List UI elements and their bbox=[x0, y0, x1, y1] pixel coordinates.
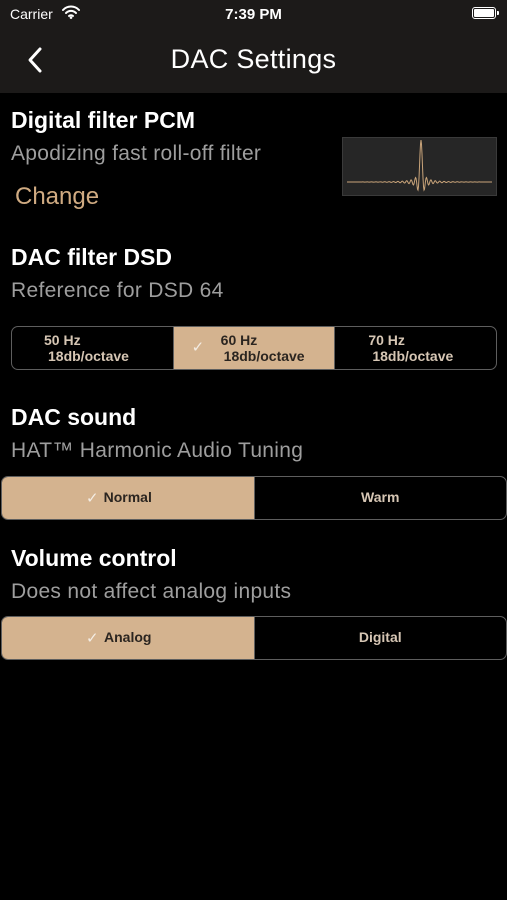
option-label: Normal bbox=[103, 489, 152, 505]
status-time: 7:39 PM bbox=[225, 6, 282, 23]
dsd-filter-subtitle: Reference for DSD 64 bbox=[11, 279, 224, 302]
dac-sound-segmented-control: ✓ Normal Warm bbox=[1, 476, 507, 520]
volume-control-segmented-control: ✓ Analog Digital bbox=[1, 616, 507, 660]
option-slope: 18db/octave bbox=[372, 348, 454, 364]
checkmark-icon: ✓ bbox=[191, 339, 205, 356]
volume-option-digital[interactable]: Digital bbox=[253, 617, 507, 659]
option-label: Analog bbox=[104, 629, 152, 645]
option-slope: 18db/octave bbox=[223, 348, 305, 364]
option-freq: 50 Hz bbox=[44, 332, 81, 348]
page-title: DAC Settings bbox=[170, 44, 337, 74]
option-label: Warm bbox=[361, 489, 400, 505]
dsd-filter-segmented-control: 50 Hz 18db/octave ✓ 60 Hz 18db/octave 70… bbox=[11, 326, 497, 370]
option-label: Digital bbox=[358, 629, 402, 645]
status-bar: Carrier 7:39 PM bbox=[0, 0, 507, 30]
digital-filter-subtitle: Apodizing fast roll-off filter bbox=[11, 142, 262, 165]
battery-icon bbox=[472, 7, 499, 19]
volume-control-heading: Volume control bbox=[11, 545, 177, 571]
impulse-response-icon bbox=[347, 139, 493, 192]
digital-filter-heading: Digital filter PCM bbox=[11, 107, 196, 133]
sound-option-warm[interactable]: Warm bbox=[253, 477, 507, 519]
dsd-filter-heading: DAC filter DSD bbox=[11, 244, 173, 270]
volume-control-subtitle: Does not affect analog inputs bbox=[11, 580, 292, 603]
option-slope: 18db/octave bbox=[48, 348, 129, 364]
change-filter-button[interactable]: Change bbox=[15, 183, 99, 211]
dsd-option-70hz[interactable]: 70 Hz 18db/octave bbox=[334, 327, 496, 369]
dac-sound-heading: DAC sound bbox=[11, 404, 137, 430]
dsd-option-50hz[interactable]: 50 Hz 18db/octave bbox=[12, 327, 173, 369]
dsd-option-60hz[interactable]: ✓ 60 Hz 18db/octave bbox=[172, 327, 335, 369]
filter-response-graph bbox=[342, 137, 497, 196]
impulse-curve bbox=[347, 139, 493, 192]
option-freq: 70 Hz bbox=[368, 332, 405, 348]
nav-bar: DAC Settings bbox=[0, 30, 507, 93]
volume-option-analog[interactable]: ✓ Analog bbox=[2, 617, 254, 659]
sound-option-normal[interactable]: ✓ Normal bbox=[2, 477, 254, 519]
option-freq: 60 Hz bbox=[220, 332, 258, 348]
dac-sound-subtitle: HAT™ Harmonic Audio Tuning bbox=[11, 439, 304, 462]
